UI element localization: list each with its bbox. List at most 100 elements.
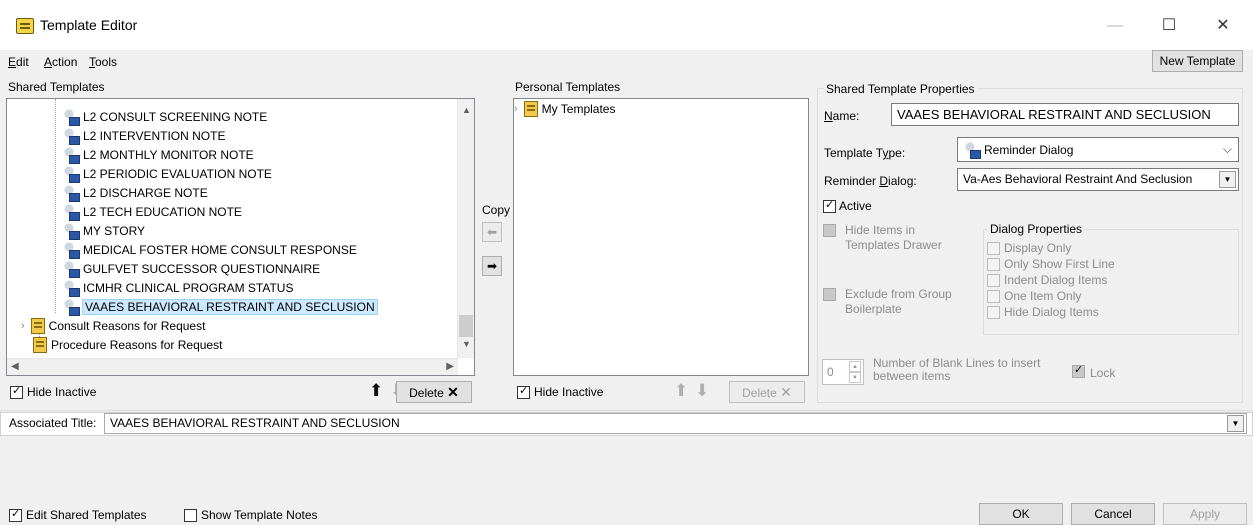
dialog-property-label: Only Show First Line (1004, 257, 1115, 271)
show-template-notes-checkbox[interactable] (184, 508, 197, 522)
copy-right-arrow-icon[interactable]: ➡ (482, 256, 502, 276)
shared-tree-horizontal-scrollbar[interactable]: ◀ ▶ (7, 358, 458, 375)
dialog-property-checkbox[interactable] (987, 257, 1000, 271)
dropdown-arrow-icon[interactable]: ▼ (1219, 171, 1236, 188)
tree-node[interactable]: L2 INTERVENTION NOTE (63, 126, 225, 145)
edit-shared-templates[interactable]: Edit Shared Templates (9, 507, 147, 522)
scrollbar-thumb[interactable] (459, 315, 473, 337)
dialog-property-option[interactable]: Display Only (987, 241, 1071, 255)
reminder-dialog-select[interactable]: Va-Aes Behavioral Restraint And Seclusio… (957, 168, 1239, 191)
reminder-dialog-icon (63, 260, 80, 278)
dialog-property-label: Hide Dialog Items (1004, 305, 1099, 319)
tree-node[interactable]: › Consult Reasons for Request (21, 316, 205, 335)
template-type-label: Template Type: (824, 146, 906, 160)
tree-node-label: L2 TECH EDUCATION NOTE (83, 204, 242, 219)
shared-templates-label: Shared Templates (8, 80, 105, 94)
shared-templates-tree[interactable]: L2 CONSULT SCREENING NOTE L2 INTERVENTION… (6, 98, 475, 376)
scroll-down-arrow-icon[interactable]: ▼ (462, 339, 471, 349)
active-label: Active (839, 199, 872, 213)
reminder-dialog-icon (63, 222, 80, 240)
expand-chevron-icon[interactable]: › (21, 320, 25, 332)
dialog-property-label: One Item Only (1004, 289, 1082, 303)
dialog-property-checkbox[interactable] (987, 241, 1000, 255)
reminder-dialog-icon (63, 241, 80, 259)
reminder-dialog-icon (63, 165, 80, 183)
hide-items-checkbox[interactable] (823, 223, 836, 238)
close-button[interactable]: ✕ (1208, 14, 1238, 38)
dialog-property-checkbox[interactable] (987, 289, 1000, 303)
personal-delete-button[interactable]: Delete ✕ (729, 381, 805, 403)
delete-x-icon: ✕ (447, 384, 459, 400)
tree-node[interactable]: ICMHR CLINICAL PROGRAM STATUS (63, 278, 293, 297)
hide-items-label: Hide Items in Templates Drawer (845, 223, 942, 252)
tree-node[interactable]: Procedure Reasons for Request (21, 335, 222, 354)
edit-shared-templates-checkbox[interactable] (9, 507, 22, 522)
scroll-right-arrow-icon[interactable]: ▶ (446, 361, 454, 372)
menu-action[interactable]: Action (44, 55, 77, 69)
dialog-property-option[interactable]: One Item Only (987, 289, 1081, 303)
dialog-property-checkbox[interactable] (987, 305, 1000, 319)
shared-move-up-icon[interactable]: ⬆ (369, 381, 383, 401)
maximize-button[interactable]: ☐ (1154, 14, 1184, 38)
tree-node[interactable]: L2 DISCHARGE NOTE (63, 183, 208, 202)
active-checkbox[interactable] (823, 198, 836, 213)
tree-node[interactable]: L2 CONSULT SCREENING NOTE (63, 107, 267, 126)
show-template-notes[interactable]: Show Template Notes (184, 508, 318, 522)
shared-tree-vertical-scrollbar[interactable]: ▲ ▼ (457, 99, 474, 358)
tree-node[interactable]: MEDICAL FOSTER HOME CONSULT RESPONSE (63, 240, 357, 259)
shared-hide-inactive-checkbox[interactable] (10, 384, 23, 399)
scroll-up-arrow-icon[interactable]: ▲ (462, 105, 471, 115)
name-label: Name: (824, 109, 860, 123)
expand-chevron-icon[interactable]: › (514, 103, 518, 115)
exclude-boilerplate-checkbox[interactable] (823, 287, 836, 302)
exclude-boilerplate-label: Exclude from Group Boilerplate (845, 287, 952, 316)
tree-node[interactable]: L2 MONTHLY MONITOR NOTE (63, 145, 254, 164)
dialog-property-checkbox[interactable] (987, 273, 1000, 287)
spinner-up-icon[interactable]: ▲ (849, 361, 861, 372)
ok-button[interactable]: OK (979, 503, 1063, 525)
tree-node[interactable]: L2 TECH EDUCATION NOTE (63, 202, 242, 221)
scroll-left-arrow-icon[interactable]: ◀ (11, 361, 19, 372)
cancel-button[interactable]: Cancel (1071, 503, 1155, 525)
menu-edit[interactable]: Edit (8, 55, 29, 69)
menu-tools[interactable]: Tools (89, 55, 117, 69)
apply-button[interactable]: Apply (1163, 503, 1247, 525)
tree-node-label: Procedure Reasons for Request (51, 337, 223, 352)
name-input[interactable]: VAAES BEHAVIORAL RESTRAINT AND SECLUSION (891, 103, 1239, 126)
dialog-property-label: Indent Dialog Items (1004, 273, 1108, 287)
dialog-property-option[interactable]: Only Show First Line (987, 257, 1115, 271)
tree-node[interactable]: MY STORY (63, 221, 145, 240)
tree-node-label: L2 MONTHLY MONITOR NOTE (83, 147, 254, 162)
template-type-select[interactable]: Reminder Dialog ⌵ (957, 137, 1239, 162)
tree-node[interactable]: GULFVET SUCCESSOR QUESTIONNAIRE (63, 259, 320, 278)
copy-left-arrow-icon[interactable]: ⬅ (482, 222, 502, 242)
tree-node-my-templates[interactable]: › My Templates (514, 99, 808, 118)
dropdown-arrow-icon[interactable]: ▼ (1227, 415, 1244, 432)
personal-hide-inactive[interactable]: Hide Inactive (517, 384, 603, 399)
spinner-down-icon[interactable]: ▼ (849, 372, 861, 383)
folder-icon (30, 317, 45, 334)
dialog-property-option[interactable]: Hide Dialog Items (987, 305, 1099, 319)
active-checkbox-row[interactable]: Active (823, 198, 872, 213)
template-type-value: Reminder Dialog (984, 142, 1074, 157)
shared-delete-button[interactable]: Delete ✕ (396, 381, 472, 403)
blank-lines-spinner[interactable]: 0 ▲ ▼ (822, 359, 864, 385)
new-template-button[interactable]: New Template (1152, 50, 1243, 72)
personal-hide-inactive-checkbox[interactable] (517, 384, 530, 399)
associated-title-select[interactable]: VAAES BEHAVIORAL RESTRAINT AND SECLUSION… (104, 413, 1247, 434)
chevron-down-icon[interactable]: ⌵ (1223, 142, 1232, 157)
shared-hide-inactive-label: Hide Inactive (27, 385, 97, 399)
dialog-property-option[interactable]: Indent Dialog Items (987, 273, 1107, 287)
blank-lines-label: Number of Blank Lines to insert between … (873, 356, 1041, 383)
tree-node[interactable]: L2 PERIODIC EVALUATION NOTE (63, 164, 272, 183)
shared-hide-inactive[interactable]: Hide Inactive (10, 384, 97, 399)
reminder-dialog-icon (63, 108, 80, 126)
minimize-button[interactable]: — (1100, 14, 1130, 38)
lock-checkbox[interactable] (1072, 363, 1085, 379)
tree-node[interactable]: VAAES BEHAVIORAL RESTRAINT AND SECLUSION (63, 297, 378, 316)
personal-templates-tree[interactable]: › My Templates (513, 98, 809, 376)
reminder-dialog-icon (63, 127, 80, 145)
template-editor-app-icon (16, 18, 34, 34)
personal-move-down-icon[interactable]: ⬇ (695, 381, 709, 401)
personal-move-up-icon[interactable]: ⬆ (674, 381, 688, 401)
